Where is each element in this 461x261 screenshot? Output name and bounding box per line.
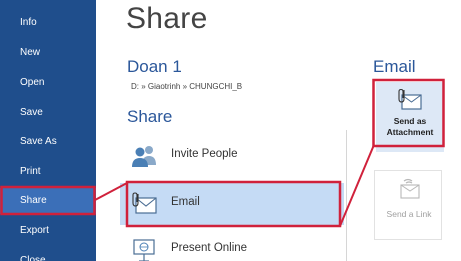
sidebar-item-open[interactable]: Open bbox=[0, 70, 96, 96]
people-icon bbox=[132, 146, 156, 167]
email-section-heading: Email bbox=[373, 57, 416, 76]
share-option-label: Email bbox=[171, 196, 200, 208]
send-a-link-label: Send a Link bbox=[386, 209, 432, 219]
sidebar-item-export[interactable]: Export bbox=[0, 218, 96, 244]
email-attachment-icon bbox=[132, 192, 157, 214]
sidebar-item-info[interactable]: Info bbox=[0, 10, 96, 36]
document-path: D: » Giaotrinh » CHUNGCHI_B bbox=[131, 82, 243, 91]
page-title: Share bbox=[126, 2, 208, 35]
section-divider bbox=[346, 130, 347, 261]
share-option-invite-people[interactable]: Invite People bbox=[120, 135, 344, 177]
sidebar-item-new[interactable]: New bbox=[0, 40, 96, 66]
send-as-attachment-label: Send as Attachment bbox=[386, 116, 434, 137]
share-option-present-online[interactable]: Present Online bbox=[120, 229, 344, 261]
send-as-attachment-button[interactable]: Send as Attachment bbox=[376, 82, 444, 152]
document-name: Doan 1 bbox=[127, 57, 182, 76]
sidebar-item-save-as[interactable]: Save As bbox=[0, 129, 96, 155]
share-section-heading: Share bbox=[127, 107, 173, 126]
sidebar-item-share[interactable]: Share bbox=[0, 188, 96, 214]
attachment-icon bbox=[398, 88, 422, 110]
sidebar-item-save[interactable]: Save bbox=[0, 100, 96, 126]
link-icon bbox=[400, 178, 420, 199]
send-a-link-button[interactable]: Send a Link bbox=[374, 170, 442, 240]
share-option-label: Present Online bbox=[171, 242, 248, 254]
backstage-sidebar: Info New Open Save Save As Print Share E… bbox=[0, 0, 96, 261]
share-option-email[interactable]: Email bbox=[120, 183, 344, 225]
present-online-icon bbox=[133, 239, 155, 261]
sidebar-item-close[interactable]: Close bbox=[0, 248, 96, 261]
share-option-label: Invite People bbox=[171, 148, 238, 160]
sidebar-item-print[interactable]: Print bbox=[0, 159, 96, 185]
